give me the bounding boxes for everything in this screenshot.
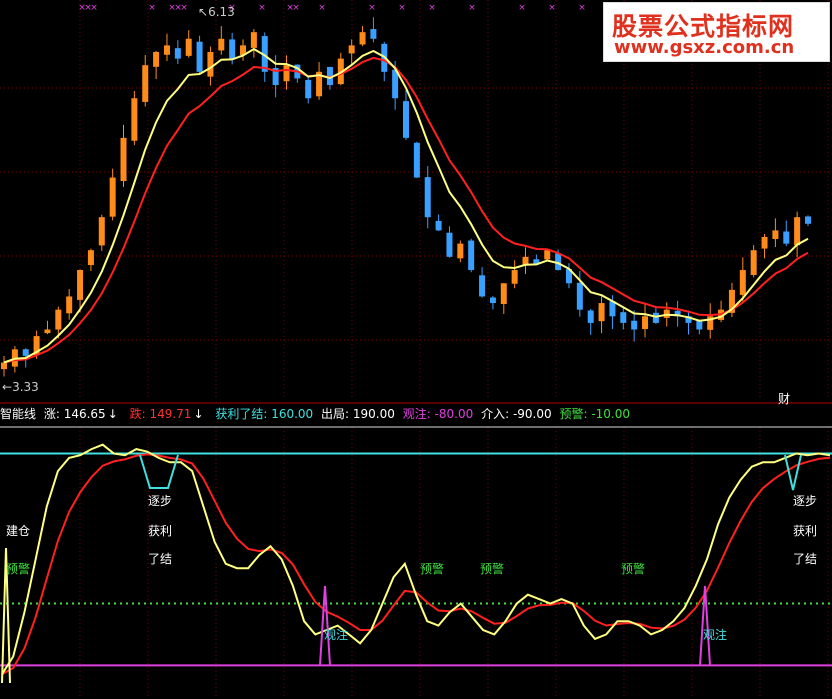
candle-body-71 [772, 230, 779, 240]
candle-body-34 [370, 29, 377, 39]
take-profit-dip-2 [784, 454, 802, 491]
watermark: 股票公式指标网 www.gsxz.com.cn [603, 2, 830, 62]
candle-body-33 [359, 32, 366, 45]
candle-body-60 [652, 312, 659, 323]
x-marker-8-0: × [398, 3, 406, 13]
header-item-take-profit: 获利了结: 160.00 [215, 407, 314, 421]
candle-body-68 [739, 270, 746, 295]
x-marker-5-1: × [292, 3, 300, 13]
candle-body-0 [1, 362, 7, 370]
header-item-rise: 涨: 146.65 ↓ [43, 407, 118, 421]
annotation-lejie-2: 了结 [793, 552, 818, 566]
indicator-name: 智能线 [0, 407, 37, 421]
candle-body-32 [348, 45, 355, 54]
candle-body-10 [109, 177, 116, 217]
candle-body-73 [794, 217, 801, 246]
x-marker-13-0: × [578, 3, 586, 13]
annotation-high-price: ↖6.13 [198, 5, 235, 19]
annotation-yujing-4: 预警 [621, 562, 646, 576]
header-item-exit: 出局: 190.00 [321, 407, 395, 421]
candle-body-39 [424, 177, 431, 218]
candle-body-38 [413, 142, 420, 178]
candle-body-59 [642, 316, 649, 330]
x-marker-12-0: × [548, 3, 556, 13]
x-marker-6-0: × [318, 3, 326, 13]
candle-body-55 [598, 303, 605, 322]
candle-body-14 [153, 52, 160, 67]
candle-body-41 [446, 232, 453, 257]
x-marker-9-0: × [428, 3, 436, 13]
candle-body-19 [207, 52, 214, 77]
candle-body-72 [783, 231, 790, 244]
stock-chart: ×××××××××××××××××××××××× [0, 0, 832, 699]
header-item-enter: 介入: -90.00 [481, 407, 552, 421]
candle-body-54 [587, 310, 594, 323]
candle-body-8 [87, 250, 94, 266]
annotation-huoli-2: 获利 [793, 524, 818, 538]
annotation-guanzhu-1: 观注 [324, 628, 349, 642]
annotation-yujing-3: 预警 [480, 562, 505, 576]
candle-body-37 [403, 101, 409, 138]
header-item-fall: 跌: 149.71 ↓ [129, 407, 204, 421]
x-marker-11-0: × [518, 3, 526, 13]
candle-body-9 [98, 217, 105, 246]
watermark-url: www.gsxz.com.cn [614, 37, 795, 58]
candle-body-12 [131, 98, 138, 141]
candle-body-44 [479, 275, 486, 297]
annotation-low-price: ←3.33 [2, 380, 39, 394]
take-profit-dip-1 [139, 454, 179, 489]
x-marker-2-2: × [180, 3, 188, 13]
annotation-jiancang: 建仓 [6, 524, 31, 538]
candle-body-42 [457, 243, 464, 259]
candle-body-40 [435, 220, 442, 231]
candle-body-69 [750, 250, 757, 275]
candle-body-15 [163, 45, 170, 55]
candle-body-7 [77, 270, 84, 300]
candle-body-74 [805, 216, 811, 224]
annotation-zhubu-1: 逐步 [148, 494, 173, 508]
annotation-huoli-1: 获利 [148, 524, 173, 538]
candle-body-58 [631, 320, 638, 330]
candle-body-13 [142, 65, 149, 102]
candle-body-53 [576, 282, 583, 310]
candle-body-6 [66, 296, 73, 314]
candle-body-2 [22, 349, 29, 356]
candle-body-56 [609, 301, 616, 317]
candle-body-70 [761, 237, 768, 249]
candle-body-64 [696, 320, 703, 330]
indicator-header: 智能线 涨: 146.65 ↓ 跌: 149.71 ↓ 获利了结: 160.00 出… [0, 405, 634, 421]
candle-body-17 [185, 38, 192, 56]
annotation-lejie-1: 了结 [148, 552, 173, 566]
candle-body-16 [174, 48, 181, 59]
candle-body-18 [196, 41, 203, 72]
candle-body-46 [500, 283, 507, 304]
annotation-yujing-2: 预警 [420, 562, 445, 576]
candle-body-45 [489, 297, 496, 304]
x-marker-7-0: × [368, 3, 376, 13]
candle-body-50 [544, 250, 551, 260]
candle-body-28 [305, 79, 312, 99]
candle-body-57 [620, 312, 627, 323]
candle-body-26 [283, 65, 290, 82]
candle-body-20 [218, 38, 225, 51]
x-marker-0-2: × [90, 3, 98, 13]
x-marker-10-0: × [468, 3, 476, 13]
annotation-yujing-1: 预警 [6, 562, 31, 576]
x-marker-1-0: × [148, 3, 156, 13]
annotation-guanzhu-2: 观注 [703, 628, 728, 642]
annotation-cai: 财 [778, 392, 791, 406]
annotation-zhubu-2: 逐步 [793, 494, 818, 508]
candle-body-47 [511, 270, 518, 284]
candle-body-43 [468, 240, 475, 271]
candle-body-4 [44, 329, 51, 334]
candle-body-11 [120, 137, 127, 182]
candle-body-5 [55, 309, 62, 330]
x-marker-4-0: × [258, 3, 266, 13]
candle-body-21 [229, 39, 236, 59]
candle-body-23 [250, 32, 257, 48]
header-item-warning: 预警: -10.00 [559, 407, 631, 421]
header-item-watch: 观注: -80.00 [402, 407, 474, 421]
